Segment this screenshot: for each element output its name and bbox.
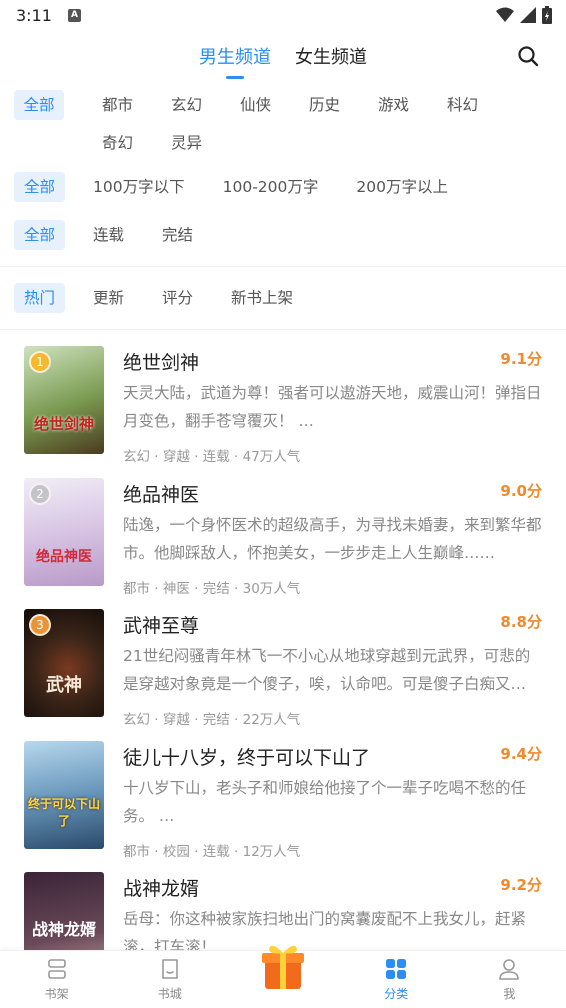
sort-hot[interactable]: 热门 <box>14 283 66 313</box>
book-info: 徒儿十八岁，终于可以下山了 9.4分 十八岁下山，老头子和师娘给他接了个一辈子吃… <box>123 741 542 873</box>
category-filter-row: 全部 都市 玄幻 仙侠 历史 游戏 科幻 奇幻 灵异 <box>14 90 552 166</box>
book-title: 绝品神医 <box>123 483 200 506</box>
nav-label: 我 <box>503 987 516 1001</box>
book-info: 武神至尊 8.8分 21世纪闷骚青年林飞一不小心从地球穿越到元武界，可悲的是穿越… <box>123 609 542 741</box>
bookshelf-icon <box>47 959 66 979</box>
nav-bookstore[interactable]: 书城 <box>113 951 226 1008</box>
cover-title-text: 绝品神医 <box>36 548 92 565</box>
book-description: 陆逸，一个身怀医术的超级高手，为寻找未婚妻，来到繁华都市。他脚踩敌人，怀抱美女，… <box>123 515 542 562</box>
nav-label: 书城 <box>157 987 182 1001</box>
nav-label: 分类 <box>384 987 409 1001</box>
nav-gift[interactable] <box>226 945 339 1008</box>
gift-icon <box>262 945 304 989</box>
book-title: 徒儿十八岁，终于可以下山了 <box>123 746 371 769</box>
book-title: 战神龙婿 <box>123 878 200 900</box>
status-time: 3:11 <box>16 5 52 25</box>
divider <box>0 266 566 267</box>
filter-wordcount-all[interactable]: 全部 <box>14 172 66 202</box>
filter-wordcount-under-1m[interactable]: 100万字以下 <box>83 172 195 202</box>
rank-badge: 3 <box>29 614 51 636</box>
signal-icon <box>520 7 536 23</box>
filter-category-magic[interactable]: 奇幻 <box>83 128 152 158</box>
nav-bookshelf[interactable]: 书架 <box>0 951 113 1008</box>
book-description: 21世纪闷骚青年林飞一不小心从地球穿越到元武界，可悲的是穿越对象竟是一个傻子，唉… <box>123 647 531 693</box>
sort-new-arrivals[interactable]: 新书上架 <box>221 283 303 313</box>
filter-category-history[interactable]: 历史 <box>290 90 359 120</box>
book-score: 9.0分 <box>500 481 542 500</box>
category-icon <box>386 959 407 979</box>
status-bar: 3:11 A <box>0 0 566 30</box>
book-item[interactable]: 1 绝世剑神 绝世剑神 9.1分 天灵大陆，武道为尊！强者可以遨游天地，威震山河… <box>24 346 542 478</box>
book-cover[interactable]: 终于可以下山了 <box>24 740 104 849</box>
filter-category-urban[interactable]: 都市 <box>83 90 152 120</box>
book-cover[interactable]: 3 武神 <box>24 609 104 717</box>
filter-status-all[interactable]: 全部 <box>14 220 66 250</box>
cover-title-text: 绝世剑神 <box>33 415 94 433</box>
wordcount-filter-row: 全部 100万字以下 100-200万字 200万字以上 <box>14 172 552 202</box>
book-cover[interactable]: 1 绝世剑神 <box>24 346 104 454</box>
filter-category-scifi[interactable]: 科幻 <box>428 90 497 120</box>
book-meta: 都市 · 校园 · 连载 · 12万人气 <box>123 843 301 860</box>
sort-filter-row: 热门 更新 评分 新书上架 <box>14 283 552 313</box>
status-filter-row: 全部 连载 完结 <box>14 220 552 250</box>
book-meta: 玄幻 · 穿越 · 完结 · 22万人气 <box>123 712 301 728</box>
book-title: 绝世剑神 <box>123 352 200 374</box>
filter-category-supernatural[interactable]: 灵异 <box>152 128 221 158</box>
book-meta: 都市 · 神医 · 完结 · 30万人气 <box>123 580 301 597</box>
book-info: 绝世剑神 9.1分 天灵大陆，武道为尊！强者可以遨游天地，威震山河！弹指日月变色… <box>123 346 542 478</box>
book-description: 十八岁下山，老头子和师娘给他接了个一辈子吃喝不愁的任务。 … <box>123 778 527 825</box>
nav-profile[interactable]: 我 <box>453 951 566 1008</box>
book-score: 9.2分 <box>500 876 542 894</box>
battery-icon <box>542 6 552 24</box>
search-icon[interactable] <box>516 44 540 68</box>
nav-category[interactable]: 分类 <box>340 951 453 1008</box>
bookstore-icon <box>161 959 178 979</box>
filter-wordcount-over-2m[interactable]: 200万字以上 <box>346 172 458 202</box>
channel-header: 男生频道 女生频道 <box>0 30 566 82</box>
tab-female-channel[interactable]: 女生频道 <box>295 37 367 75</box>
filter-category-xianxia[interactable]: 仙侠 <box>221 90 290 120</box>
notification-a-icon: A <box>67 8 81 22</box>
book-title: 武神至尊 <box>123 615 200 637</box>
filter-panel: 全部 都市 玄幻 仙侠 历史 游戏 科幻 奇幻 灵异 全部 100万字以下 10… <box>0 82 566 250</box>
filter-category-games[interactable]: 游戏 <box>359 90 428 120</box>
wifi-icon <box>496 7 514 22</box>
book-info: 绝品神医 9.0分 陆逸，一个身怀医术的超级高手，为寻找未婚妻，来到繁华都市。他… <box>123 478 542 610</box>
filter-status-completed[interactable]: 完结 <box>152 220 203 250</box>
book-item[interactable]: 2 绝品神医 绝品神医 9.0分 陆逸，一个身怀医术的超级高手，为寻找未婚妻，来… <box>24 477 542 610</box>
rank-badge: 1 <box>29 351 51 373</box>
filter-category-all[interactable]: 全部 <box>14 90 64 120</box>
book-cover[interactable]: 2 绝品神医 <box>24 477 104 586</box>
filter-category-fantasy[interactable]: 玄幻 <box>152 90 221 120</box>
rank-badge: 2 <box>29 482 51 505</box>
book-meta: 玄幻 · 穿越 · 连载 · 47万人气 <box>123 449 301 465</box>
book-description: 天灵大陆，武道为尊！强者可以遨游天地，威震山河！弹指日月变色，翻手苍穹覆灭！ … <box>123 384 542 430</box>
profile-icon <box>499 959 520 980</box>
book-score: 8.8分 <box>500 613 542 631</box>
filter-wordcount-1m-2m[interactable]: 100-200万字 <box>213 172 329 202</box>
filter-status-ongoing[interactable]: 连载 <box>83 220 134 250</box>
book-list: 1 绝世剑神 绝世剑神 9.1分 天灵大陆，武道为尊！强者可以遨游天地，威震山河… <box>0 330 566 1004</box>
cover-title-text: 终于可以下山了 <box>28 796 101 828</box>
sort-updated[interactable]: 更新 <box>83 283 134 313</box>
book-score: 9.1分 <box>500 350 542 368</box>
tab-male-channel[interactable]: 男生频道 <box>199 37 271 75</box>
bottom-navigation: 书架 书城 分类 我 <box>0 945 566 1008</box>
nav-label: 书架 <box>44 987 69 1001</box>
cover-title-text: 武神 <box>46 675 82 696</box>
sort-rating[interactable]: 评分 <box>152 283 203 313</box>
book-item[interactable]: 终于可以下山了 徒儿十八岁，终于可以下山了 9.4分 十八岁下山，老头子和师娘给… <box>24 740 542 873</box>
cover-title-text: 战神龙婿 <box>31 920 96 939</box>
book-item[interactable]: 3 武神 武神至尊 8.8分 21世纪闷骚青年林飞一不小心从地球穿越到元武界，可… <box>24 609 542 741</box>
book-score: 9.4分 <box>500 744 542 763</box>
channel-tabs: 男生频道 女生频道 <box>199 37 367 75</box>
